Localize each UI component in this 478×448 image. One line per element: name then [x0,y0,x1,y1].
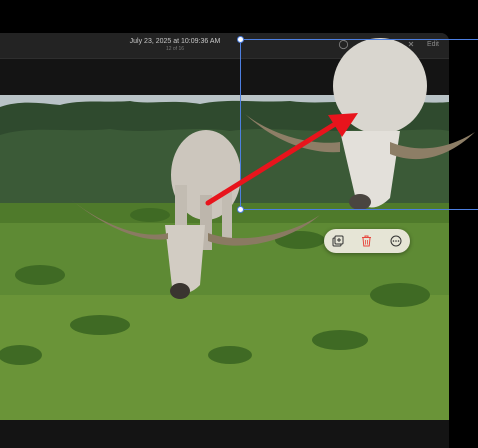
trash-icon [362,235,372,247]
selection-handle-top-left[interactable] [237,36,244,43]
selection-top-edge [240,39,478,40]
more-icon [390,235,402,247]
more-button[interactable] [388,233,404,249]
duplicate-icon [332,235,344,247]
subject-actions-popover [324,229,410,253]
duplicate-button[interactable] [330,233,346,249]
red-arrow-annotation [205,113,358,206]
delete-button[interactable] [359,233,375,249]
bottom-bar [0,420,449,448]
